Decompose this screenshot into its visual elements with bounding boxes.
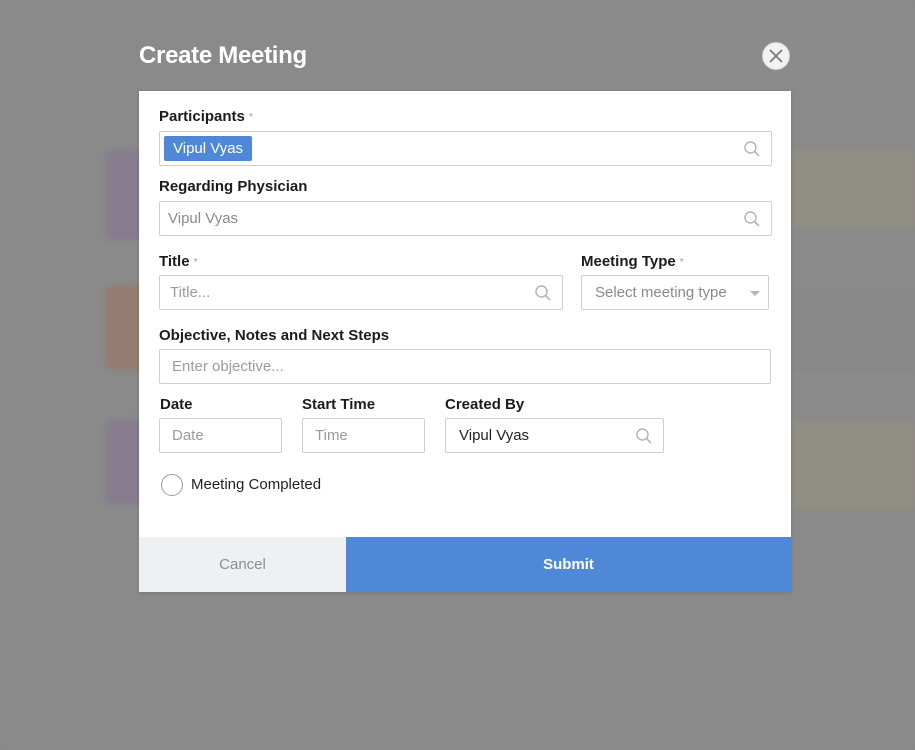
title-input[interactable] <box>160 276 562 309</box>
objective-input[interactable] <box>160 350 770 383</box>
close-button[interactable] <box>762 42 790 70</box>
meeting-type-placeholder: Select meeting type <box>595 284 727 301</box>
created-by-field[interactable]: Vipul Vyas <box>445 418 664 453</box>
meeting-completed-label[interactable]: Meeting Completed <box>191 476 321 493</box>
date-label: Date <box>160 396 193 413</box>
created-by-value: Vipul Vyas <box>459 427 530 444</box>
participant-chip[interactable]: Vipul Vyas <box>164 136 253 161</box>
meeting-type-select[interactable]: Select meeting type <box>581 275 769 310</box>
date-field[interactable] <box>159 418 282 453</box>
create-meeting-dialog: Participants * Vipul Vyas Regarding Physi… <box>139 91 791 592</box>
meeting-completed-radio[interactable] <box>161 474 183 496</box>
participants-label-text: Participants <box>159 108 245 125</box>
modal-title: Create Meeting <box>139 42 307 69</box>
required-mark: * <box>193 256 198 268</box>
objective-field[interactable] <box>159 349 771 384</box>
chevron-down-icon[interactable] <box>750 291 760 296</box>
title-label-text: Title <box>159 253 190 270</box>
submit-button[interactable]: Submit <box>346 537 791 592</box>
title-field[interactable] <box>159 275 563 310</box>
date-input[interactable] <box>160 419 281 452</box>
regarding-physician-label: Regarding Physician <box>159 178 308 195</box>
search-icon[interactable] <box>743 210 761 228</box>
regarding-physician-field[interactable]: Vipul Vyas <box>159 201 772 236</box>
search-icon[interactable] <box>534 284 552 302</box>
start-time-label: Start Time <box>302 396 376 413</box>
search-icon[interactable] <box>743 140 761 158</box>
meeting-type-label-text: Meeting Type <box>581 253 676 270</box>
regarding-physician-value: Vipul Vyas <box>168 210 239 227</box>
meeting-type-label: Meeting Type * <box>581 253 684 270</box>
title-label: Title * <box>159 253 197 270</box>
start-time-input[interactable] <box>303 419 424 452</box>
required-mark: * <box>248 111 253 123</box>
required-mark: * <box>679 256 684 268</box>
objective-label: Objective, Notes and Next Steps <box>159 327 390 344</box>
search-icon[interactable] <box>635 427 653 445</box>
start-time-field[interactable] <box>302 418 425 453</box>
close-icon <box>769 49 783 63</box>
created-by-label: Created By <box>445 396 525 413</box>
participants-field[interactable]: Vipul Vyas <box>159 131 772 166</box>
participants-label: Participants * <box>159 108 253 125</box>
cancel-button[interactable]: Cancel <box>139 537 346 592</box>
